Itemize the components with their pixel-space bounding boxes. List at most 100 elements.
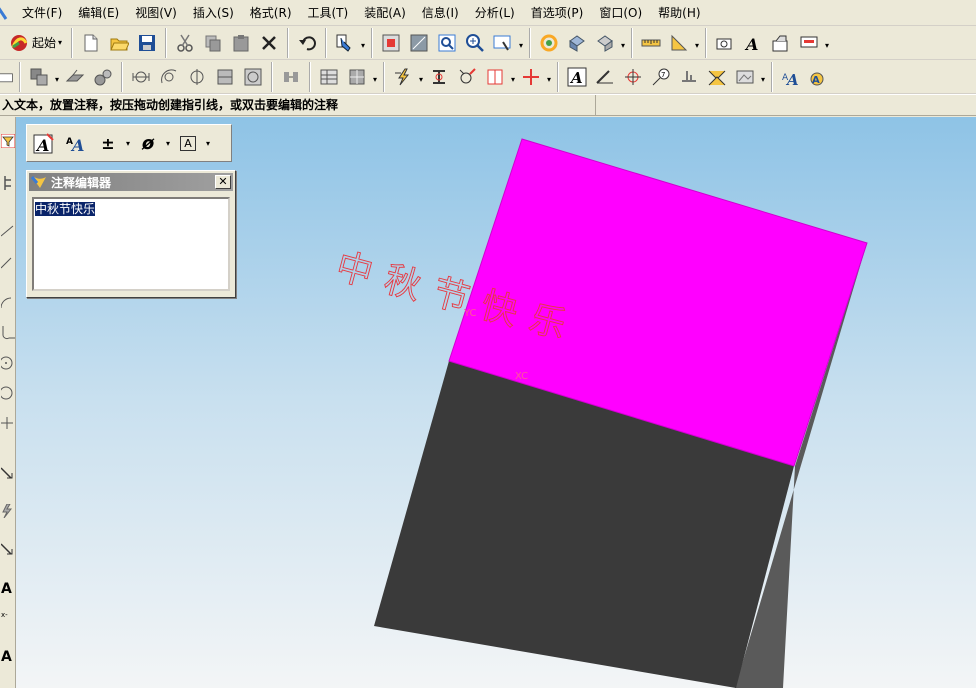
leader-button[interactable]: [592, 64, 618, 90]
annotation-text-button[interactable]: A: [31, 129, 57, 157]
annotation-style-button-mini[interactable]: AA: [63, 129, 89, 157]
image-button[interactable]: [732, 64, 758, 90]
display-button[interactable]: [796, 30, 822, 56]
paste-button[interactable]: [228, 30, 254, 56]
section-view-button[interactable]: [62, 64, 88, 90]
annotation-button[interactable]: [768, 30, 794, 56]
menu-tools[interactable]: 工具(T): [300, 2, 357, 24]
menu-view[interactable]: 视图(V): [127, 2, 185, 24]
view-layout-button[interactable]: [26, 64, 52, 90]
notes-dropdown[interactable]: ▾: [759, 64, 767, 90]
menu-format[interactable]: 格式(R): [242, 2, 300, 24]
annotation-style-button[interactable]: AA: [778, 64, 804, 90]
selection-dropdown[interactable]: ▾: [359, 30, 367, 56]
cut-button[interactable]: [172, 30, 198, 56]
table-dropdown[interactable]: ▾: [371, 64, 379, 90]
save-button[interactable]: [134, 30, 160, 56]
ordinate-dimension-button[interactable]: [240, 64, 266, 90]
text-style-button[interactable]: A: [740, 30, 766, 56]
close-icon[interactable]: ✕: [215, 175, 231, 189]
note-button[interactable]: A: [564, 64, 590, 90]
chain-dimension-button[interactable]: [278, 64, 304, 90]
settings-button[interactable]: A: [806, 64, 832, 90]
resource-line2-button[interactable]: [0, 253, 16, 273]
resource-circle2-button[interactable]: [0, 383, 16, 403]
resource-text2-button[interactable]: A: [0, 645, 16, 665]
start-button[interactable]: 起始 ▾: [5, 30, 66, 56]
detail-view-button[interactable]: [90, 64, 116, 90]
feature-control-frame-button[interactable]: [426, 64, 452, 90]
annotation-text-input[interactable]: 中秋节快乐: [32, 197, 230, 291]
copy-button[interactable]: [200, 30, 226, 56]
weld-button[interactable]: [704, 64, 730, 90]
text-box-dropdown[interactable]: ▾: [201, 139, 215, 148]
open-button[interactable]: [106, 30, 132, 56]
target-point-button[interactable]: [620, 64, 646, 90]
tolerance-dropdown[interactable]: ▾: [121, 139, 135, 148]
resource-arrow2-button[interactable]: [0, 539, 16, 559]
measure-angle-button[interactable]: [666, 30, 692, 56]
arc-icon: [1, 297, 12, 309]
view-camera-button[interactable]: [712, 30, 738, 56]
zoom-button[interactable]: [434, 30, 460, 56]
shaded-button[interactable]: [564, 30, 590, 56]
wireframe-button[interactable]: [592, 30, 618, 56]
menu-edit[interactable]: 编辑(E): [70, 2, 127, 24]
selection-button[interactable]: [332, 30, 358, 56]
weld-symbol-button[interactable]: [390, 64, 416, 90]
render-dropdown[interactable]: ▾: [619, 30, 627, 56]
id-symbol-button[interactable]: 7: [648, 64, 674, 90]
centerline-button[interactable]: [482, 64, 508, 90]
text-box-button[interactable]: A: [175, 129, 201, 157]
resource-text-button[interactable]: A: [0, 577, 16, 597]
annotation-dropdown[interactable]: ▾: [823, 30, 831, 56]
resource-arrow-button[interactable]: [0, 463, 16, 483]
table-button[interactable]: [316, 64, 342, 90]
tolerance-symbol-button[interactable]: ±: [95, 129, 121, 157]
delete-button[interactable]: [256, 30, 282, 56]
sheet-button[interactable]: [0, 64, 14, 90]
annotation-editor-titlebar[interactable]: 注释编辑器 ✕: [29, 173, 233, 191]
surface-finish-button[interactable]: [676, 64, 702, 90]
measure-distance-button[interactable]: [638, 30, 664, 56]
resource-circle-button[interactable]: [0, 353, 16, 373]
resource-arc-button[interactable]: [0, 293, 16, 313]
menu-insert[interactable]: 插入(S): [185, 2, 242, 24]
menu-analysis[interactable]: 分析(L): [467, 2, 523, 24]
fit-button[interactable]: [378, 30, 404, 56]
pan-button[interactable]: [490, 30, 516, 56]
resource-history-button[interactable]: [0, 131, 16, 151]
resource-bolt-button[interactable]: [0, 501, 16, 521]
resource-fillet-button[interactable]: [0, 323, 16, 343]
menu-assemblies[interactable]: 装配(A): [356, 2, 414, 24]
menu-window[interactable]: 窗口(O): [591, 2, 650, 24]
menu-information[interactable]: 信息(I): [414, 2, 467, 24]
datum-button[interactable]: [454, 64, 480, 90]
centerline-dropdown[interactable]: ▾: [509, 64, 517, 90]
undo-button[interactable]: [294, 30, 320, 56]
diameter-symbol-button[interactable]: ø: [135, 129, 161, 157]
baseline-dimension-button[interactable]: [212, 64, 238, 90]
weld-dropdown[interactable]: ▾: [417, 64, 425, 90]
menu-preferences[interactable]: 首选项(P): [523, 2, 592, 24]
view-dropdown[interactable]: ▾: [517, 30, 525, 56]
dimension-button[interactable]: [128, 64, 154, 90]
crosshair-dropdown[interactable]: ▾: [545, 64, 553, 90]
measure-dropdown[interactable]: ▾: [693, 30, 701, 56]
new-button[interactable]: [78, 30, 104, 56]
view-layout-dropdown[interactable]: ▾: [53, 64, 61, 90]
diameter-dropdown[interactable]: ▾: [161, 139, 175, 148]
radius-dimension-button[interactable]: [184, 64, 210, 90]
menu-file[interactable]: 文件(F): [14, 2, 70, 24]
resource-assembly-button[interactable]: [0, 173, 16, 193]
rotate-button[interactable]: [536, 30, 562, 56]
angular-dimension-button[interactable]: [156, 64, 182, 90]
menu-help[interactable]: 帮助(H): [650, 2, 708, 24]
zoom-window-button[interactable]: [406, 30, 432, 56]
resource-point-button[interactable]: [0, 413, 16, 433]
resource-coord-button[interactable]: x-: [0, 605, 16, 625]
parts-list-button[interactable]: [344, 64, 370, 90]
crosshair-button[interactable]: [518, 64, 544, 90]
resource-line-button[interactable]: [0, 221, 16, 241]
zoom-in-out-button[interactable]: [462, 30, 488, 56]
